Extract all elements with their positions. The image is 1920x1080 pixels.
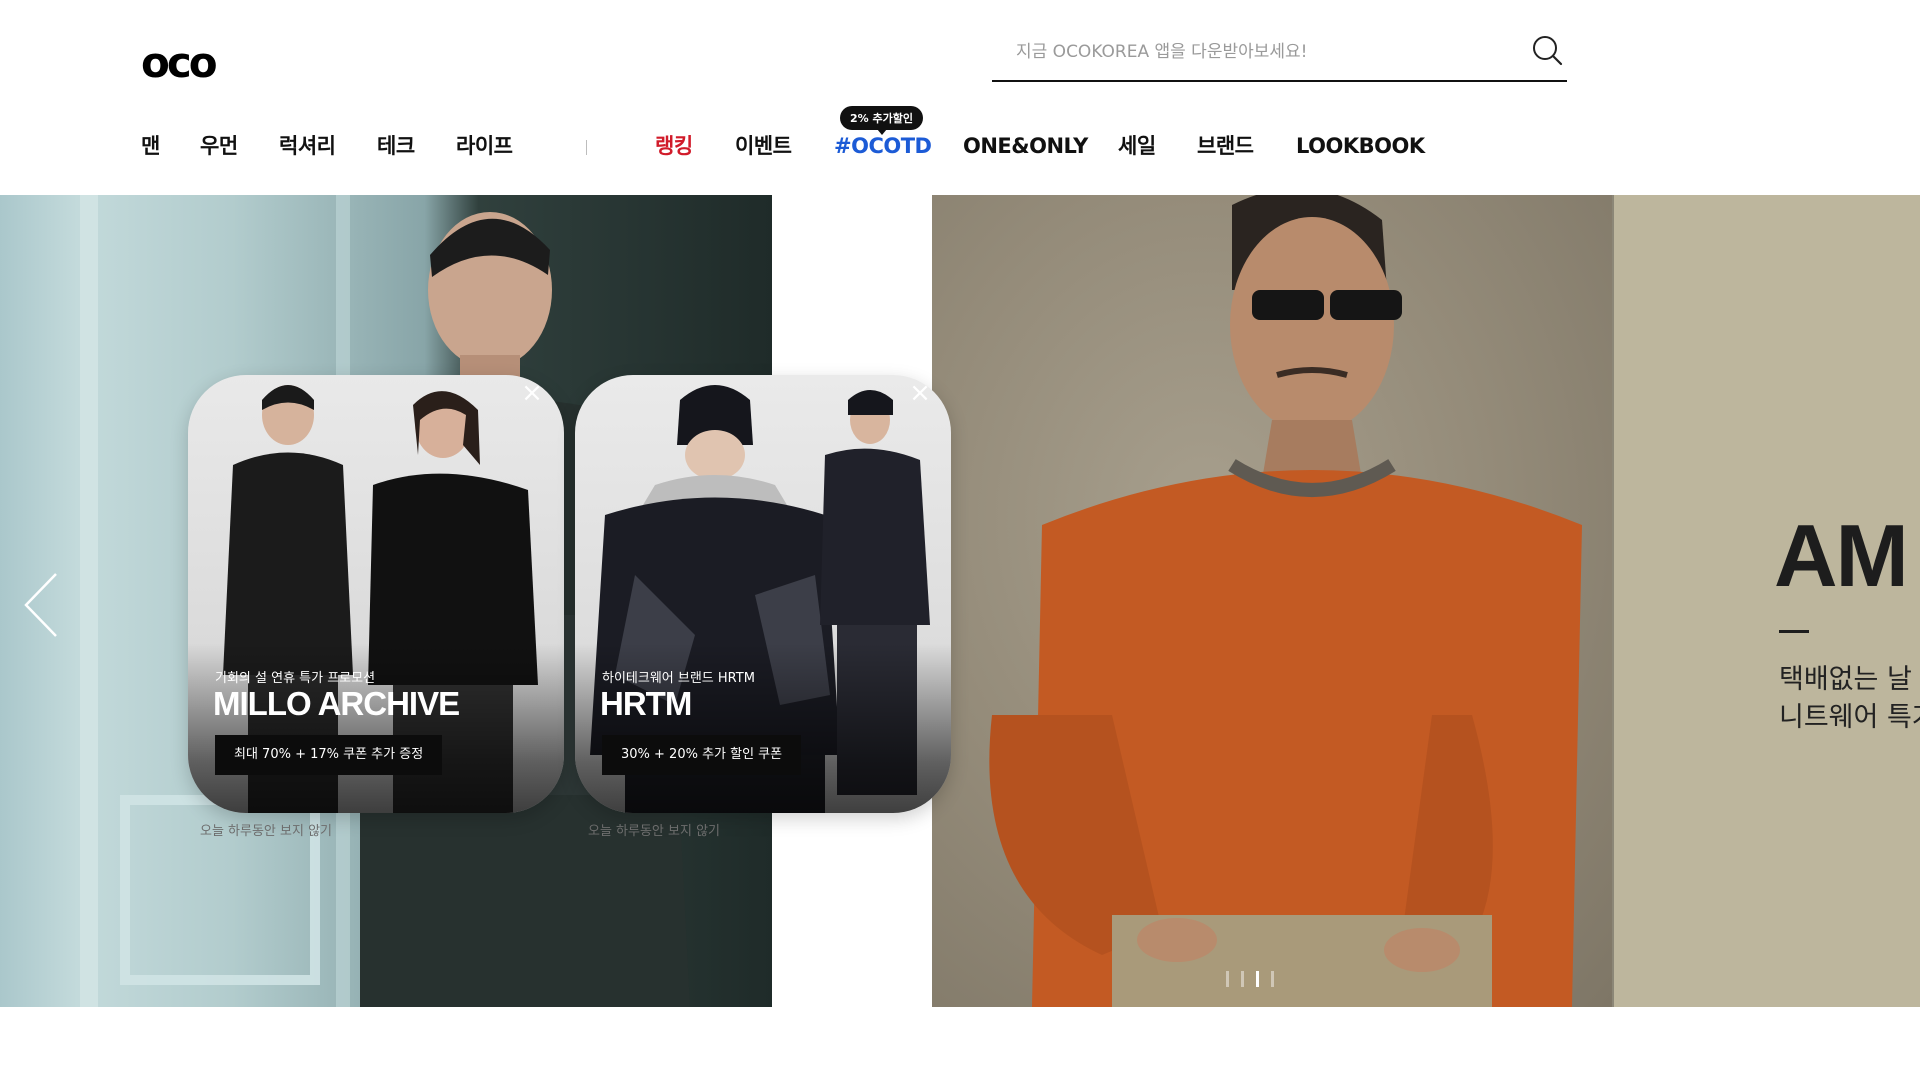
- oco-logo[interactable]: oco: [141, 38, 237, 87]
- model-photo-right: [989, 195, 1582, 1007]
- nav-item-one-and-only[interactable]: ONE&ONLY: [963, 126, 1088, 166]
- promo-text-panel: AM 택배없는 날 니트웨어 특가: [1614, 195, 1920, 1007]
- pagination-dot[interactable]: [1241, 971, 1244, 987]
- banner-pagination: [1226, 971, 1274, 987]
- popup-2-hide-today-link[interactable]: 오늘 하루동안 보지 않기: [588, 820, 720, 839]
- popup-1-hide-today-link[interactable]: 오늘 하루동안 보지 않기: [200, 820, 332, 839]
- search-bar: [992, 22, 1567, 82]
- nav-item-men[interactable]: 맨: [141, 126, 160, 166]
- nav-item-luxury[interactable]: 럭셔리: [279, 126, 336, 166]
- main-navigation: 맨 우먼 럭셔리 테크 라이프 랭킹 이벤트 #OCOTD ONE&ONLY 세…: [141, 126, 1541, 166]
- ocotd-discount-badge: 2% 추가할인: [840, 106, 923, 135]
- nav-item-ranking[interactable]: 랭킹: [655, 126, 693, 166]
- promo-line-2: 니트웨어 특가: [1779, 702, 1920, 733]
- chevron-left-icon[interactable]: [22, 570, 62, 640]
- popup-2-cta-button[interactable]: 30% + 20% 추가 할인 쿠폰: [602, 735, 802, 775]
- banner-slide-right[interactable]: AM 택배없는 날 니트웨어 특가: [932, 195, 1920, 1007]
- nav-item-women[interactable]: 우먼: [200, 126, 238, 166]
- promo-title: AM: [1774, 506, 1909, 605]
- popup-1-subtitle: 기회의 설 연휴 특가 프로모션: [215, 671, 376, 686]
- nav-item-life[interactable]: 라이프: [456, 126, 513, 166]
- popup-millo-archive[interactable]: 기회의 설 연휴 특가 프로모션 MILLO ARCHIVE 최대 70% + …: [188, 375, 564, 813]
- nav-item-sale[interactable]: 세일: [1118, 126, 1156, 166]
- popup-2-subtitle: 하이테크웨어 브랜드 HRTM: [602, 671, 755, 686]
- nav-item-brand[interactable]: 브랜드: [1197, 126, 1254, 166]
- nav-item-tech[interactable]: 테크: [377, 126, 415, 166]
- promo-divider: [1779, 630, 1809, 633]
- close-icon[interactable]: ×: [517, 378, 547, 408]
- nav-item-event[interactable]: 이벤트: [735, 126, 792, 166]
- site-header: oco 맨 우먼 럭셔리 테크 라이프 랭킹 이벤트 #OCOTD ONE&ON…: [0, 0, 1920, 195]
- popup-hrtm[interactable]: 하이테크웨어 브랜드 HRTM HRTM 30% + 20% 추가 할인 쿠폰: [575, 375, 951, 813]
- logo-text: oco: [141, 38, 218, 87]
- popup-2-title: HRTM: [600, 685, 692, 722]
- popup-1-cta-button[interactable]: 최대 70% + 17% 쿠폰 추가 증정: [215, 735, 443, 775]
- search-icon[interactable]: [1527, 30, 1567, 70]
- nav-item-lookbook[interactable]: LOOKBOOK: [1296, 126, 1425, 166]
- pagination-dot[interactable]: [1226, 971, 1229, 987]
- close-icon[interactable]: ×: [905, 378, 935, 408]
- pagination-dot[interactable]: [1271, 971, 1274, 987]
- popup-1-title: MILLO ARCHIVE: [213, 685, 460, 722]
- promo-line-1: 택배없는 날: [1779, 664, 1912, 695]
- pagination-dot-active[interactable]: [1256, 971, 1259, 987]
- search-input[interactable]: [1016, 34, 1496, 70]
- nav-divider: [586, 140, 587, 155]
